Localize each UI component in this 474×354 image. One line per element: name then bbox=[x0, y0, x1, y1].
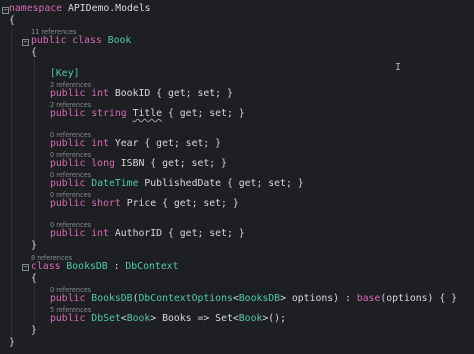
property: ISBN { get; set; } bbox=[120, 158, 227, 169]
code-line-publisheddate[interactable]: public DateTime PublishedDate { get; set… bbox=[50, 178, 304, 190]
indent-guide bbox=[11, 17, 12, 335]
parameters: > options) : bbox=[280, 293, 357, 304]
property: Price { get; set; } bbox=[126, 198, 239, 209]
keyword: public bbox=[50, 293, 92, 304]
code-line-bookid[interactable]: public int BookID { get; set; } bbox=[50, 88, 233, 100]
close-brace: } bbox=[9, 337, 15, 348]
code-line-key-attribute[interactable]: [Key] bbox=[50, 68, 80, 80]
code-line-brace[interactable]: } bbox=[31, 325, 37, 337]
open-brace: { bbox=[9, 15, 15, 26]
type-name: DbContextOptions bbox=[138, 293, 233, 304]
type-name: DateTime bbox=[91, 178, 139, 189]
code-line-year[interactable]: public int Year { get; set; } bbox=[50, 138, 221, 150]
keyword: public int bbox=[50, 88, 115, 99]
keyword: public short bbox=[50, 198, 127, 209]
code-line-authorid[interactable]: public int AuthorID { get; set; } bbox=[50, 228, 245, 240]
code-editor[interactable]: − − − namespace APIDemo.Models { 11 refe… bbox=[0, 0, 474, 354]
code-line-namespace[interactable]: namespace APIDemo.Models bbox=[9, 3, 151, 15]
property-name: Title bbox=[132, 108, 163, 119]
accessor: { get; set; } bbox=[162, 108, 245, 119]
keyword: base bbox=[356, 293, 381, 304]
keyword: public bbox=[50, 313, 92, 324]
code-line-class-book[interactable]: public class Book bbox=[31, 35, 131, 47]
code-line-class-booksdb[interactable]: class BooksDB : DbContext bbox=[31, 261, 178, 273]
base-class-name: DbContext bbox=[125, 261, 179, 272]
fold-class-book-icon[interactable]: − bbox=[22, 39, 29, 46]
text-cursor-icon: I bbox=[395, 62, 402, 73]
property: Year { get; set; } bbox=[114, 138, 222, 149]
open-brace: { bbox=[31, 47, 37, 58]
property: AuthorID { get; set; } bbox=[114, 228, 245, 239]
code-line-isbn[interactable]: public long ISBN { get; set; } bbox=[50, 158, 227, 170]
close-brace: } bbox=[31, 325, 37, 336]
keyword: public class bbox=[31, 35, 108, 46]
base-call: (options) { } bbox=[380, 293, 458, 304]
code-line-brace[interactable]: } bbox=[31, 240, 37, 252]
code-line-dbset[interactable]: public DbSet<Book> Books => Set<Book>(); bbox=[50, 313, 286, 325]
property: PublishedDate { get; set; } bbox=[138, 178, 304, 189]
indent-guide bbox=[34, 56, 35, 246]
code-line-title[interactable]: public string Title { get; set; } bbox=[50, 108, 245, 120]
close-brace: } bbox=[31, 240, 37, 251]
fold-class-booksdb-icon[interactable]: − bbox=[22, 264, 29, 271]
punctuation: : bbox=[107, 261, 126, 272]
type-name: BooksDB bbox=[238, 293, 281, 304]
type-name: Book bbox=[126, 313, 151, 324]
keyword: public int bbox=[50, 138, 115, 149]
keyword: public long bbox=[50, 158, 121, 169]
code-line-brace[interactable]: } bbox=[9, 337, 15, 349]
class-name: BooksDB bbox=[66, 261, 108, 272]
class-name: Book bbox=[107, 35, 132, 46]
type-name: BooksDB bbox=[91, 293, 133, 304]
keyword: public int bbox=[50, 228, 115, 239]
namespace-name: APIDemo.Models bbox=[62, 3, 151, 14]
code-line-price[interactable]: public short Price { get; set; } bbox=[50, 198, 239, 210]
code-line-brace[interactable]: { bbox=[31, 47, 37, 59]
open-brace: { bbox=[31, 273, 37, 284]
code-line-brace[interactable]: { bbox=[9, 15, 15, 27]
punctuation: >(); bbox=[262, 313, 286, 324]
keyword: class bbox=[31, 261, 67, 272]
property: BookID { get; set; } bbox=[114, 88, 233, 99]
code-line-constructor[interactable]: public BooksDB(DbContextOptions<BooksDB>… bbox=[50, 293, 457, 305]
keyword: public bbox=[50, 178, 92, 189]
indent-guide bbox=[34, 283, 35, 326]
type-name: Book bbox=[238, 313, 263, 324]
keyword: namespace bbox=[9, 3, 63, 14]
code-line-brace[interactable]: { bbox=[31, 273, 37, 285]
expression: > Books => Set< bbox=[150, 313, 239, 324]
fold-namespace-icon[interactable]: − bbox=[2, 7, 9, 14]
attribute: [Key] bbox=[50, 68, 80, 79]
type-name: DbSet bbox=[91, 313, 121, 324]
keyword: public string bbox=[50, 108, 133, 119]
